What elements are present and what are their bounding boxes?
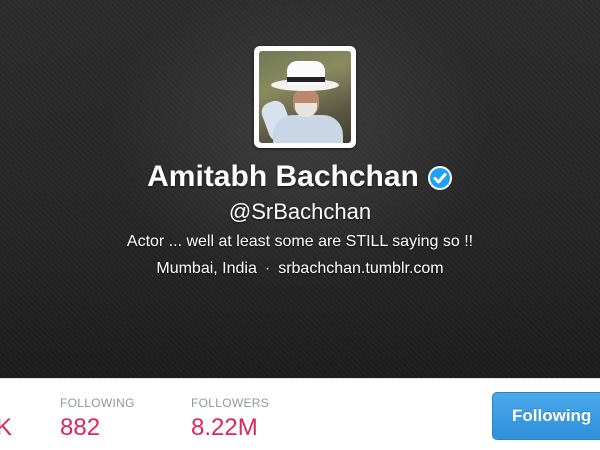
avatar-image bbox=[259, 51, 351, 143]
profile-bio: Actor ... well at least some are STILL s… bbox=[126, 233, 474, 250]
meta-separator: · bbox=[264, 260, 271, 277]
profile-avatar[interactable] bbox=[254, 46, 356, 148]
stat-following-value: 882 bbox=[60, 414, 101, 441]
profile-name: Amitabh Bachchan bbox=[147, 160, 419, 194]
verified-badge-icon bbox=[427, 162, 453, 191]
stat-followers[interactable]: FOLLOWERS 8.22M bbox=[191, 396, 269, 443]
profile-location: Mumbai, India bbox=[156, 260, 257, 277]
stat-followers-value: 8.22M bbox=[191, 414, 258, 441]
profile-header: Amitabh Bachchan @SrBachchan Actor ... w… bbox=[0, 0, 600, 378]
profile-website-link[interactable]: srbachchan.tumblr.com bbox=[278, 260, 443, 277]
profile-name-row: Amitabh Bachchan bbox=[0, 156, 600, 197]
stat-followers-label: FOLLOWERS bbox=[191, 396, 270, 410]
stat-cutoff-value[interactable]: K bbox=[0, 413, 12, 443]
stat-following[interactable]: FOLLOWING 882 bbox=[60, 396, 135, 443]
following-button[interactable]: Following bbox=[492, 392, 600, 440]
stat-following-label: FOLLOWING bbox=[60, 396, 135, 410]
profile-meta: Mumbai, India · srbachchan.tumblr.com bbox=[0, 257, 600, 281]
profile-stats-bar: K FOLLOWING 882 FOLLOWERS 8.22M Followin… bbox=[0, 378, 600, 450]
profile-handle[interactable]: @SrBachchan bbox=[0, 197, 600, 227]
